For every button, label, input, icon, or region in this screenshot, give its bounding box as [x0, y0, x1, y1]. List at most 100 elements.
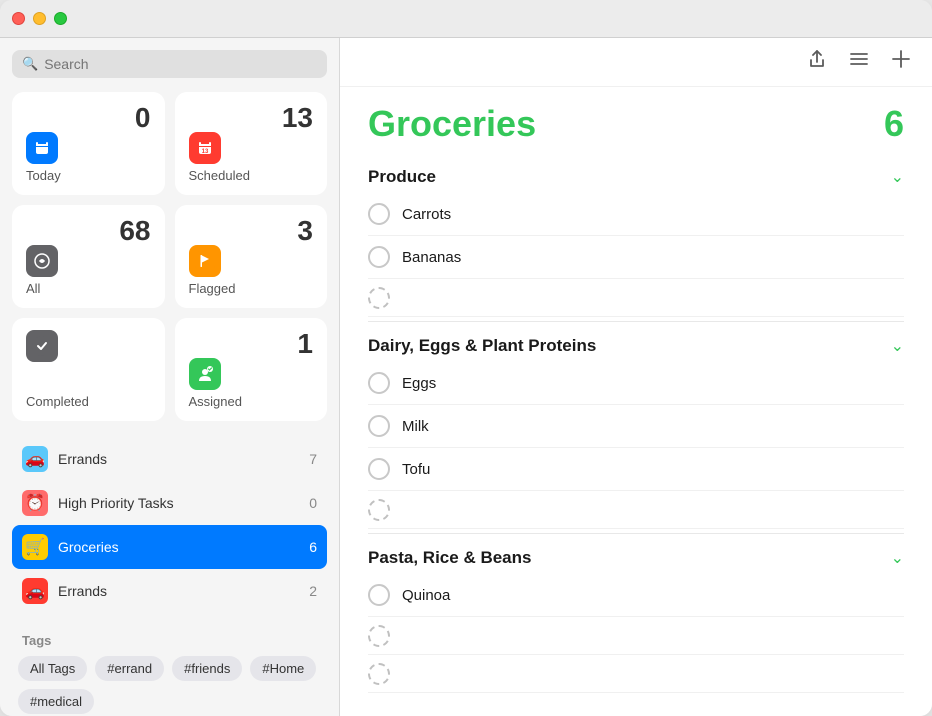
tags-label: Tags — [12, 629, 327, 656]
scheduled-label: Scheduled — [189, 168, 314, 183]
high-priority-icon: ⏰ — [22, 490, 48, 516]
pasta-add-placeholder1 — [368, 625, 390, 647]
flagged-label: Flagged — [189, 281, 314, 296]
task-milk-name: Milk — [402, 418, 429, 435]
pasta-add-row1[interactable] — [368, 617, 904, 655]
group-produce-title: Produce — [368, 167, 436, 187]
completed-icon — [26, 330, 58, 362]
user-lists: 🚗 Errands 7 ⏰ High Priority Tasks 0 🛒 Gr… — [12, 437, 327, 613]
detail-count: 6 — [884, 103, 904, 145]
task-quinoa-checkbox[interactable] — [368, 584, 390, 606]
list-item-errands1[interactable]: 🚗 Errands 7 — [12, 437, 327, 481]
task-carrots-checkbox[interactable] — [368, 203, 390, 225]
task-eggs-name: Eggs — [402, 375, 436, 392]
share-icon[interactable] — [806, 48, 828, 76]
high-priority-count: 0 — [309, 495, 317, 511]
all-label: All — [26, 281, 151, 296]
all-count: 68 — [26, 217, 151, 245]
task-milk[interactable]: Milk — [368, 405, 904, 448]
pasta-add-row2[interactable] — [368, 655, 904, 693]
detail-toolbar — [340, 38, 932, 87]
group-dairy-title: Dairy, Eggs & Plant Proteins — [368, 336, 596, 356]
assigned-count: 1 — [189, 330, 314, 358]
detail-pane: Groceries 6 Produce ⌄ Carrots Bananas — [340, 38, 932, 716]
tags-section: Tags All Tags #errand #friends #Home #me… — [12, 629, 327, 716]
task-tofu[interactable]: Tofu — [368, 448, 904, 491]
smart-list-completed[interactable]: Completed — [12, 318, 165, 421]
tag-errand[interactable]: #errand — [95, 656, 164, 681]
flagged-icon — [189, 245, 221, 277]
task-carrots[interactable]: Carrots — [368, 193, 904, 236]
smart-list-assigned[interactable]: 1 Assigned — [175, 318, 328, 421]
errands1-name: Errands — [58, 451, 299, 467]
tag-friends[interactable]: #friends — [172, 656, 242, 681]
group-pasta-chevron[interactable]: ⌄ — [891, 548, 904, 568]
produce-add-row[interactable] — [368, 279, 904, 317]
detail-title: Groceries — [368, 103, 536, 145]
groceries-count: 6 — [309, 539, 317, 555]
add-task-icon[interactable] — [890, 48, 912, 76]
groceries-name: Groceries — [58, 539, 299, 555]
errands2-count: 2 — [309, 583, 317, 599]
main-content: 🔍 0 Today — [0, 38, 932, 716]
list-item-errands2[interactable]: 🚗 Errands 2 — [12, 569, 327, 613]
smart-list-today[interactable]: 0 Today — [12, 92, 165, 195]
minimize-button[interactable] — [33, 12, 46, 25]
groceries-icon: 🛒 — [22, 534, 48, 560]
task-eggs-checkbox[interactable] — [368, 372, 390, 394]
today-icon — [26, 132, 58, 164]
smart-list-all[interactable]: 68 All — [12, 205, 165, 308]
detail-header: Groceries 6 — [340, 87, 932, 153]
task-bananas-name: Bananas — [402, 249, 461, 266]
dairy-add-row[interactable] — [368, 491, 904, 529]
task-milk-checkbox[interactable] — [368, 415, 390, 437]
smart-list-scheduled[interactable]: 13 13 Scheduled — [175, 92, 328, 195]
scheduled-icon: 13 — [189, 132, 221, 164]
tag-medical[interactable]: #medical — [18, 689, 94, 714]
errands1-count: 7 — [309, 451, 317, 467]
scheduled-count: 13 — [189, 104, 314, 132]
assigned-icon — [189, 358, 221, 390]
tag-home[interactable]: #Home — [250, 656, 316, 681]
list-view-icon[interactable] — [848, 48, 870, 76]
today-count: 0 — [26, 104, 151, 132]
completed-label: Completed — [26, 394, 151, 409]
search-bar[interactable]: 🔍 — [12, 50, 327, 78]
all-icon — [26, 245, 58, 277]
group-pasta-title: Pasta, Rice & Beans — [368, 548, 531, 568]
close-button[interactable] — [12, 12, 25, 25]
errands1-icon: 🚗 — [22, 446, 48, 472]
task-eggs[interactable]: Eggs — [368, 362, 904, 405]
task-tofu-checkbox[interactable] — [368, 458, 390, 480]
app-window: 🔍 0 Today — [0, 0, 932, 716]
titlebar — [0, 0, 932, 38]
flagged-count: 3 — [189, 217, 314, 245]
search-input[interactable] — [44, 56, 317, 72]
group-dairy-header: Dairy, Eggs & Plant Proteins ⌄ — [368, 321, 904, 362]
group-dairy-chevron[interactable]: ⌄ — [891, 336, 904, 356]
produce-add-placeholder — [368, 287, 390, 309]
task-quinoa-name: Quinoa — [402, 587, 450, 604]
task-bananas-checkbox[interactable] — [368, 246, 390, 268]
group-pasta-header: Pasta, Rice & Beans ⌄ — [368, 533, 904, 574]
dairy-add-placeholder — [368, 499, 390, 521]
high-priority-name: High Priority Tasks — [58, 495, 299, 511]
list-item-high-priority[interactable]: ⏰ High Priority Tasks 0 — [12, 481, 327, 525]
errands2-icon: 🚗 — [22, 578, 48, 604]
smart-lists-grid: 0 Today 13 — [12, 92, 327, 421]
maximize-button[interactable] — [54, 12, 67, 25]
smart-list-flagged[interactable]: 3 Flagged — [175, 205, 328, 308]
sidebar: 🔍 0 Today — [0, 38, 340, 716]
assigned-label: Assigned — [189, 394, 314, 409]
tags-container: All Tags #errand #friends #Home #medical — [12, 656, 327, 714]
search-icon: 🔍 — [22, 56, 38, 72]
detail-list: Produce ⌄ Carrots Bananas Dairy, Eggs & … — [340, 153, 932, 716]
group-produce-chevron[interactable]: ⌄ — [891, 167, 904, 187]
svg-text:13: 13 — [201, 149, 208, 155]
tag-all-tags[interactable]: All Tags — [18, 656, 87, 681]
task-bananas[interactable]: Bananas — [368, 236, 904, 279]
list-item-groceries[interactable]: 🛒 Groceries 6 — [12, 525, 327, 569]
task-tofu-name: Tofu — [402, 461, 430, 478]
task-quinoa[interactable]: Quinoa — [368, 574, 904, 617]
today-label: Today — [26, 168, 151, 183]
